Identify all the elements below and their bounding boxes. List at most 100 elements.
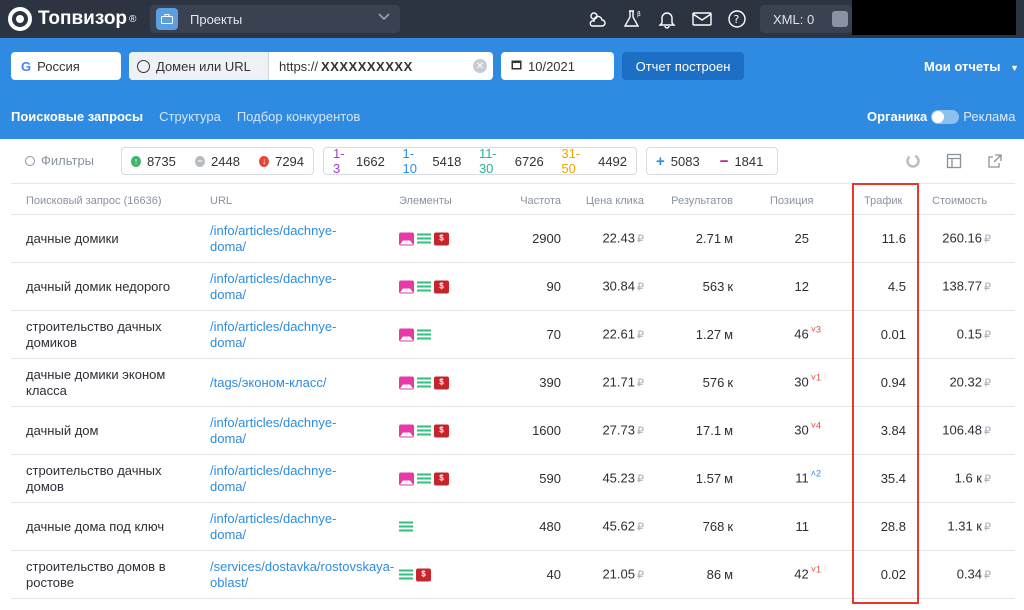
position-value: 42 <box>794 566 809 581</box>
position-cell: 30 ˅4 <box>751 420 821 439</box>
removed-count: 1841 <box>734 153 764 169</box>
filters-button[interactable]: Фильтры <box>25 153 94 168</box>
url-link[interactable]: /tags/эконом-класс/ <box>210 375 370 391</box>
ruble-sign: ₽ <box>984 425 991 437</box>
cost-value: 20.32 <box>949 374 982 389</box>
results-value: 2.71 <box>695 230 722 246</box>
briefcase-icon <box>156 8 178 30</box>
dynamics-summary[interactable]: ↑ 8735 − 2448 ↓ 7294 <box>121 147 314 175</box>
project-selector[interactable]: Проекты <box>150 5 400 33</box>
header-cost[interactable]: Стоимость <box>932 193 1007 209</box>
clear-icon[interactable]: ✕ <box>473 59 487 73</box>
position-value: 12 <box>794 278 809 294</box>
results-value: 1.57 <box>695 470 722 486</box>
position-change: ˅1 <box>810 564 821 574</box>
traffic-column-highlight <box>852 183 919 604</box>
added-removed-summary[interactable]: + 5083 − 1841 <box>646 147 778 175</box>
cpc-value: 45.23 <box>602 470 635 485</box>
country-select[interactable]: G Россия <box>11 52 121 80</box>
columns-icon[interactable] <box>946 153 962 169</box>
text-result-icon <box>417 473 431 484</box>
cost-cell: 1.31 к ₽ <box>916 518 991 535</box>
user-avatar-icon[interactable] <box>832 11 848 27</box>
my-reports-menu[interactable]: Мои отчеты ▼ <box>924 59 1019 74</box>
position-cell: 11 ˄2 <box>751 468 821 487</box>
cpc-value: 21.71 <box>602 374 635 389</box>
cpc-cell: 22.61 ₽ <box>571 326 644 343</box>
summary-bar: Фильтры ↑ 8735 − 2448 ↓ 7294 1-3 1662 1-… <box>0 139 1024 183</box>
cpc-cell: 45.23 ₽ <box>571 470 644 487</box>
url-link[interactable]: /info/articles/dachnye-doma/ <box>210 319 370 351</box>
help-icon[interactable]: ? <box>726 8 748 30</box>
mail-icon[interactable] <box>691 8 713 30</box>
elements-cell: $ <box>399 568 431 581</box>
image-result-icon <box>399 376 414 389</box>
query-cell: дачные домики <box>26 230 119 246</box>
header-results[interactable]: Результатов <box>656 193 733 209</box>
toggle-switch[interactable] <box>931 109 960 124</box>
position-cell: 30 ˅1 <box>751 372 821 391</box>
ruble-sign: ₽ <box>984 281 991 293</box>
cpc-cell: 45.62 ₽ <box>571 518 644 535</box>
header-url[interactable]: URL <box>210 193 370 209</box>
tab-search-queries[interactable]: Поисковые запросы <box>11 109 143 124</box>
xml-balance[interactable]: XML: 0 <box>760 5 852 33</box>
logo-registered-mark: ® <box>129 13 137 25</box>
url-link[interactable]: /info/articles/dachnye-doma/ <box>210 223 370 255</box>
position-ranges-summary[interactable]: 1-3 1662 1-10 5418 11-30 6726 31-50 4492 <box>323 146 637 176</box>
domain-mode-select[interactable]: Домен или URL <box>129 52 269 80</box>
chevron-down-icon <box>378 10 390 24</box>
url-link[interactable]: /info/articles/dachnye-doma/ <box>210 415 370 447</box>
url-link[interactable]: /info/articles/dachnye-doma/ <box>210 511 370 543</box>
position-value: 30 <box>794 374 809 389</box>
elements-cell <box>399 521 413 532</box>
cpc-value: 21.05 <box>602 566 635 581</box>
export-icon[interactable] <box>987 153 1003 169</box>
position-value: 46 <box>794 326 809 341</box>
loading-spinner-icon[interactable] <box>905 153 921 169</box>
url-prefix: https:// <box>279 58 319 74</box>
results-value: 563 <box>702 278 725 294</box>
text-result-icon <box>417 425 431 436</box>
cost-value: 0.34 <box>956 566 982 581</box>
header-query[interactable]: Поисковый запрос (16636) <box>26 193 201 209</box>
header-frequency[interactable]: Частота <box>481 193 561 209</box>
flask-beta-icon[interactable]: β <box>621 8 643 30</box>
url-input[interactable]: https:// XXXXXXXXXX <box>269 59 413 74</box>
tab-competitors[interactable]: Подбор конкурентов <box>237 109 360 124</box>
url-link[interactable]: /info/articles/dachnye-doma/ <box>210 463 370 495</box>
range-11-30-label: 11-30 <box>478 146 497 176</box>
frequency-cell: 390 <box>539 374 561 390</box>
report-built-button[interactable]: Отчет построен <box>622 52 744 80</box>
header-position[interactable]: Позиция <box>770 193 840 209</box>
bell-icon[interactable] <box>656 8 678 30</box>
domain-url-field[interactable]: Домен или URL https:// XXXXXXXXXX ✕ <box>129 52 493 80</box>
header-cpc[interactable]: Цена клика <box>571 193 644 209</box>
position-cell: 11 <box>751 519 821 535</box>
frequency-cell: 590 <box>539 470 561 486</box>
cpc-cell: 22.43 ₽ <box>571 230 644 247</box>
toggle-label-ads: Реклама <box>963 109 1016 124</box>
cpc-cell: 30.84 ₽ <box>571 278 644 295</box>
google-icon: G <box>21 58 32 74</box>
redacted-user-area <box>852 0 1016 35</box>
frequency-cell: 90 <box>546 278 561 294</box>
url-link[interactable]: /services/dostavka/rostovskaya-oblast/ <box>210 559 394 591</box>
filters-label: Фильтры <box>41 153 95 168</box>
ad-result-icon: $ <box>416 568 431 581</box>
weather-icon[interactable] <box>586 8 608 30</box>
organic-ads-switch[interactable]: Органика Реклама <box>867 109 1015 124</box>
results-cell: 576 к <box>656 375 733 391</box>
date-select[interactable]: 10/2021 <box>501 52 614 80</box>
frequency-cell: 40 <box>546 566 561 582</box>
equal-icon: − <box>195 155 206 167</box>
xml-balance-label: XML: 0 <box>773 11 815 27</box>
results-value: 768 <box>702 518 725 534</box>
domain-mode-label: Домен или URL <box>156 58 251 74</box>
url-link[interactable]: /info/articles/dachnye-doma/ <box>210 271 370 303</box>
logo[interactable]: Топвизор ® <box>8 7 136 31</box>
results-unit: м <box>724 566 733 582</box>
header-elements[interactable]: Элементы <box>399 193 452 209</box>
range-1-10-count: 5418 <box>432 153 462 169</box>
tab-structure[interactable]: Структура <box>159 109 221 124</box>
